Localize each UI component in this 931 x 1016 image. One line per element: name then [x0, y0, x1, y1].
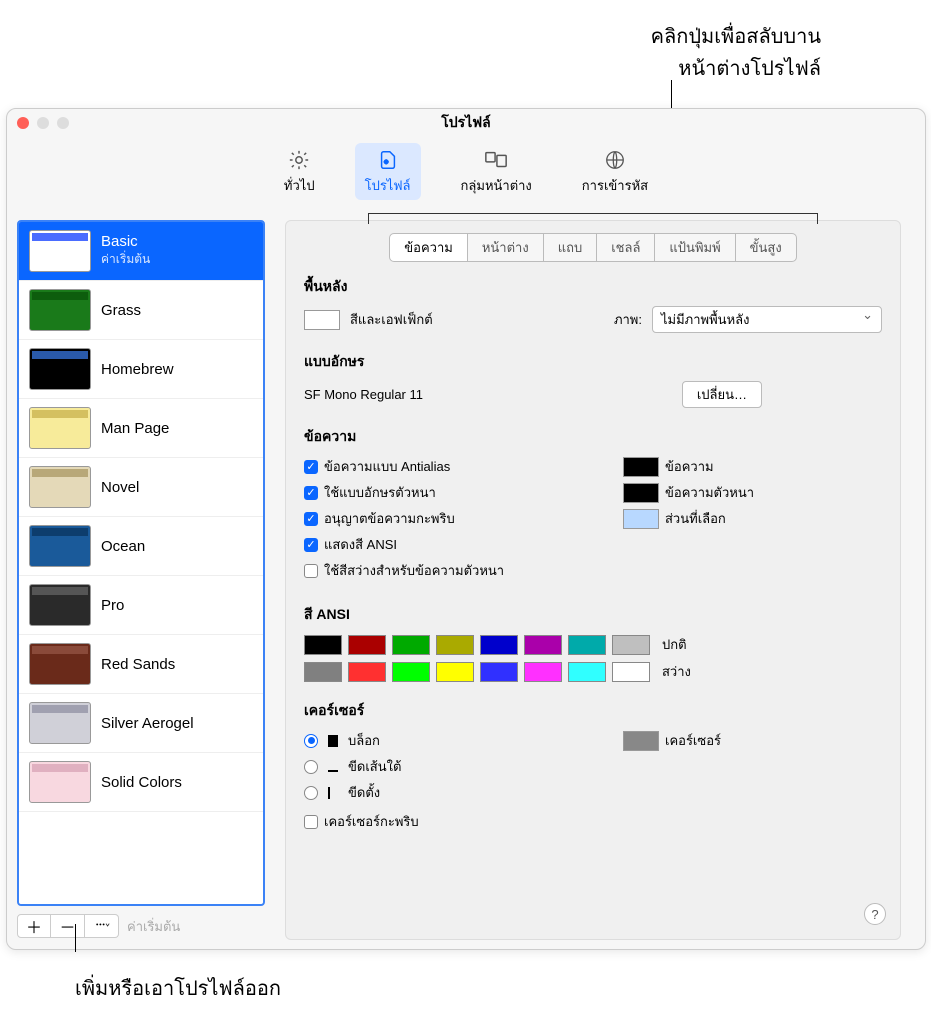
tab-3[interactable]: เชลล์ — [597, 233, 655, 262]
ansi-bright-swatch[interactable] — [304, 662, 342, 682]
profile-item-silver-aerogel[interactable]: Silver Aerogel — [19, 694, 263, 753]
cursor-vertical-radio[interactable] — [304, 786, 318, 800]
callout-line-bottom — [75, 924, 76, 952]
add-profile-button[interactable]: ＋ — [17, 914, 51, 938]
gear-icon — [286, 147, 312, 173]
profile-item-novel[interactable]: Novel — [19, 458, 263, 517]
background-image-select[interactable]: ไม่มีภาพพื้นหลัง — [652, 306, 882, 333]
tabbar: ข้อความหน้าต่างแถบเชลล์แป้นพิมพ์ขั้นสูง — [304, 233, 882, 262]
profile-item-solid-colors[interactable]: Solid Colors — [19, 753, 263, 812]
text-color-well[interactable] — [623, 457, 659, 477]
background-color-well[interactable] — [304, 310, 340, 330]
remove-profile-button[interactable]: － — [51, 914, 85, 938]
traffic-lights — [17, 117, 69, 129]
ansi-bright-swatch[interactable] — [568, 662, 606, 682]
bold-checkbox[interactable]: ✓ — [304, 486, 318, 500]
profile-icon — [375, 147, 401, 173]
callout-bottom: เพิ่มหรือเอาโปรไฟล์ออก — [75, 972, 281, 1004]
maximize-button[interactable] — [57, 117, 69, 129]
window-title: โปรไฟล์ — [441, 112, 490, 134]
toolbar-window-groups[interactable]: กลุ่มหน้าต่าง — [451, 143, 542, 200]
ansi-normal-swatch[interactable] — [480, 635, 518, 655]
profile-item-basic[interactable]: Basicค่าเริ่มต้น — [19, 222, 263, 281]
profile-item-grass[interactable]: Grass — [19, 281, 263, 340]
ansi-normal-swatch[interactable] — [348, 635, 386, 655]
font-value: SF Mono Regular 11 — [304, 387, 423, 402]
tab-brace-indicator — [368, 213, 818, 223]
change-font-button[interactable]: เปลี่ยน… — [682, 381, 762, 408]
close-button[interactable] — [17, 117, 29, 129]
toolbar-encodings[interactable]: การเข้ารหัส — [572, 143, 658, 200]
help-button[interactable]: ? — [864, 903, 886, 925]
tab-4[interactable]: แป้นพิมพ์ — [655, 233, 735, 262]
ansi-bright-swatch[interactable] — [480, 662, 518, 682]
tab-0[interactable]: ข้อความ — [389, 233, 468, 262]
profile-item-homebrew[interactable]: Homebrew — [19, 340, 263, 399]
profile-item-ocean[interactable]: Ocean — [19, 517, 263, 576]
profile-actions-button[interactable] — [85, 914, 119, 938]
ansi-checkbox[interactable]: ✓ — [304, 538, 318, 552]
callout-line-top — [671, 80, 672, 108]
ansi-normal-swatch[interactable] — [524, 635, 562, 655]
ansi-normal-swatch[interactable] — [612, 635, 650, 655]
antialias-checkbox[interactable]: ✓ — [304, 460, 318, 474]
profile-item-red-sands[interactable]: Red Sands — [19, 635, 263, 694]
blink-checkbox[interactable]: ✓ — [304, 512, 318, 526]
globe-icon — [602, 147, 628, 173]
profile-item-man-page[interactable]: Man Page — [19, 399, 263, 458]
selection-color-well[interactable] — [623, 509, 659, 529]
ansi-bright-swatch[interactable] — [612, 662, 650, 682]
bright-bold-checkbox[interactable] — [304, 564, 318, 578]
callout-top: คลิกปุ่มเพื่อสลับบาน หน้าต่างโปรไฟล์ — [651, 20, 821, 84]
ansi-bright-swatch[interactable] — [348, 662, 386, 682]
toolbar-profiles[interactable]: โปรไฟล์ — [355, 143, 421, 200]
default-button[interactable]: ค่าเริ่มต้น — [127, 916, 180, 937]
ansi-normal-swatch[interactable] — [436, 635, 474, 655]
sidebar-bottom: ＋ － ค่าเริ่มต้น — [17, 912, 265, 940]
cursor-block-radio[interactable] — [304, 734, 318, 748]
ansi-normal-swatch[interactable] — [304, 635, 342, 655]
cursor-color-well[interactable] — [623, 731, 659, 751]
toolbar: ทั่วไป โปรไฟล์ กลุ่มหน้าต่าง การเข้ารหัส — [7, 137, 925, 210]
profile-list[interactable]: Basicค่าเริ่มต้น Grass Homebrew Man Page… — [17, 220, 265, 906]
ansi-normal-swatch[interactable] — [392, 635, 430, 655]
bold-color-well[interactable] — [623, 483, 659, 503]
section-font: แบบอักษร SF Mono Regular 11 เปลี่ยน… — [304, 351, 882, 408]
section-text: ข้อความ ✓ข้อความแบบ Antialias ✓ใช้แบบอัก… — [304, 426, 882, 586]
ansi-bright-swatch[interactable] — [392, 662, 430, 682]
section-background: พื้นหลัง สีและเอฟเฟ็กต์ ภาพ: ไม่มีภาพพื้… — [304, 276, 882, 333]
tab-2[interactable]: แถบ — [544, 233, 598, 262]
section-cursor: เคอร์เซอร์ บล็อก ขีดเส้นใต้ ขีดตั้ง เคอร… — [304, 700, 882, 837]
ansi-normal-swatch[interactable] — [568, 635, 606, 655]
preferences-window: โปรไฟล์ ทั่วไป โปรไฟล์ กลุ่มหน้าต่าง การ… — [6, 108, 926, 950]
ansi-bright-swatch[interactable] — [524, 662, 562, 682]
minimize-button[interactable] — [37, 117, 49, 129]
cursor-blink-checkbox[interactable] — [304, 815, 318, 829]
sidebar: Basicค่าเริ่มต้น Grass Homebrew Man Page… — [7, 210, 275, 950]
titlebar: โปรไฟล์ — [7, 109, 925, 137]
tab-5[interactable]: ขั้นสูง — [736, 233, 797, 262]
section-ansi: สี ANSI ปกติ สว่าง — [304, 604, 882, 682]
ansi-bright-swatch[interactable] — [436, 662, 474, 682]
cursor-underline-radio[interactable] — [304, 760, 318, 774]
tab-1[interactable]: หน้าต่าง — [468, 233, 544, 262]
windows-icon — [483, 147, 509, 173]
main-panel: ข้อความหน้าต่างแถบเชลล์แป้นพิมพ์ขั้นสูง … — [275, 210, 925, 950]
toolbar-general[interactable]: ทั่วไป — [274, 143, 325, 200]
profile-item-pro[interactable]: Pro — [19, 576, 263, 635]
